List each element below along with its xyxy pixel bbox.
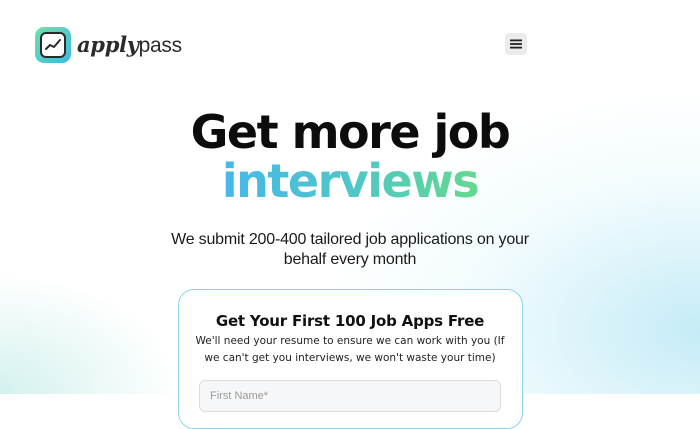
signup-form-card: Get Your First 100 Job Apps Free We'll n…: [178, 289, 523, 429]
form-title: Get Your First 100 Job Apps Free: [215, 312, 485, 330]
chart-trend-icon: [35, 27, 71, 63]
hero-headline: Get more job: [190, 105, 511, 159]
logo-wordmark: applypass: [77, 32, 182, 57]
hamburger-menu-icon[interactable]: [505, 33, 527, 55]
hero-headline-gradient-text: interviews: [221, 154, 480, 208]
hero-subtitle: We submit 200-400 tailored job applicati…: [171, 231, 529, 268]
hero-headline-highlight: interviews: [0, 153, 700, 209]
form-description: We'll need your resume to ensure we can …: [195, 335, 505, 364]
first-name-input[interactable]: [199, 380, 501, 412]
applypass-logo[interactable]: applypass: [35, 27, 182, 63]
